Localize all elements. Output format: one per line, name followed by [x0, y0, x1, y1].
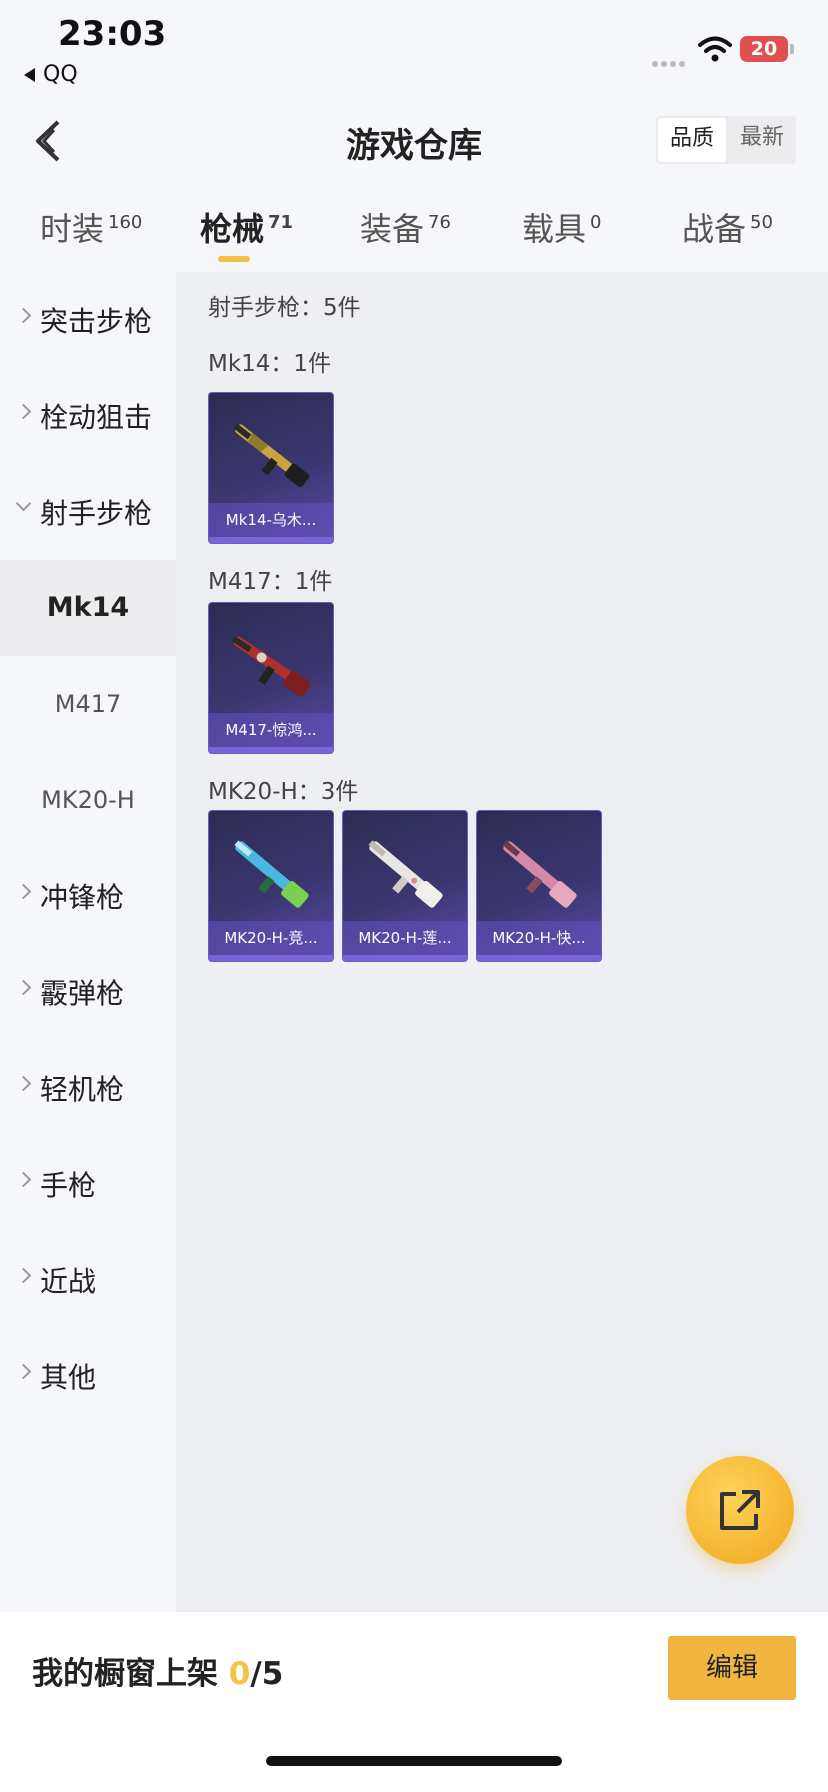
chevron-right-icon [15, 1267, 32, 1284]
tab-label: 战备 [682, 210, 747, 248]
shelf-total: /5 [250, 1656, 284, 1692]
sidebar-item-lmg[interactable]: 轻机枪 [0, 1040, 176, 1136]
item-grid-panel: 射手步枪：5件 Mk14：1件 Mk14-乌木... M417：1件 M417-… [176, 272, 828, 1612]
item-name: MK20-H-莲... [343, 921, 467, 955]
chevron-right-icon [15, 1075, 32, 1092]
back-app-label: QQ [43, 62, 78, 87]
sort-quality-button[interactable]: 品质 [658, 118, 726, 162]
sidebar-item-bolt-sniper[interactable]: 栓动狙击 [0, 368, 176, 464]
sidebar-item-assault-rifle[interactable]: 突击步枪 [0, 272, 176, 368]
tab-count: 50 [750, 212, 773, 233]
battery-icon: 20 [740, 36, 788, 62]
chevron-right-icon [15, 403, 32, 420]
section-title: 射手步枪：5件 [208, 295, 361, 321]
item-card-mk20h-2[interactable]: MK20-H-莲... [342, 810, 468, 962]
chevron-down-icon [15, 495, 32, 512]
category-tabs: 时装 160 枪械 71 装备 76 载具 0 战备 50 [0, 190, 828, 270]
tab-count: 71 [268, 212, 294, 233]
shelf-count: 0 [228, 1656, 251, 1692]
category-sidebar: 突击步枪 栓动狙击 射手步枪 Mk14 M417 MK20-H 冲锋枪 霰弹枪 … [0, 272, 176, 1612]
tab-label: 时装 [40, 210, 105, 248]
tab-equipment[interactable]: 装备 76 [360, 204, 451, 250]
chevron-right-icon [15, 979, 32, 996]
rarity-bar [343, 955, 467, 961]
chevron-right-icon [15, 1363, 32, 1380]
wifi-icon [698, 36, 732, 62]
home-indicator[interactable] [266, 1756, 562, 1766]
mk20h-rifle-icon [368, 840, 443, 908]
chevron-right-icon [15, 307, 32, 324]
sidebar-item-other[interactable]: 其他 [0, 1328, 176, 1424]
item-name: MK20-H-快... [477, 921, 601, 955]
item-card-m417[interactable]: M417-惊鸿... [208, 602, 334, 754]
status-time: 23:03 [58, 14, 167, 54]
sidebar-item-shotgun[interactable]: 霰弹枪 [0, 944, 176, 1040]
edit-button[interactable]: 编辑 [668, 1636, 796, 1700]
sidebar-subitem-mk20h[interactable]: MK20-H [0, 752, 176, 848]
back-to-app-link[interactable]: QQ [24, 62, 78, 87]
chevron-right-icon [15, 883, 32, 900]
chevron-right-icon [15, 1171, 32, 1188]
tab-label: 载具 [522, 210, 587, 248]
shelf-status: 我的橱窗上架 0/5 [32, 1648, 283, 1693]
tab-vehicles[interactable]: 载具 0 [522, 204, 601, 250]
sidebar-item-label: 栓动狙击 [40, 401, 153, 434]
sidebar-item-melee[interactable]: 近战 [0, 1232, 176, 1328]
tab-label: 枪械 [200, 210, 265, 248]
tab-count: 0 [590, 212, 602, 233]
sidebar-item-label: 霰弹枪 [40, 977, 125, 1010]
share-fab-button[interactable] [686, 1456, 794, 1564]
tab-supplies[interactable]: 战备 50 [682, 204, 773, 250]
sort-newest-button[interactable]: 最新 [728, 116, 796, 164]
status-bar: 23:03 QQ 20 [0, 0, 828, 100]
group-title-m417: M417：1件 [208, 569, 333, 595]
sidebar-item-label: 轻机枪 [40, 1073, 125, 1106]
sidebar-item-label: 近战 [40, 1265, 97, 1298]
tab-label: 装备 [360, 210, 425, 248]
battery-tip [790, 44, 794, 54]
sidebar-item-label: 射手步枪 [40, 497, 153, 530]
rarity-bar [209, 747, 333, 753]
group-title-mk20h: MK20-H：3件 [208, 779, 359, 805]
mk20h-rifle-icon [502, 840, 577, 908]
tab-firearms[interactable]: 枪械 71 [200, 204, 293, 250]
battery-level: 20 [750, 38, 778, 60]
sidebar-item-pistol[interactable]: 手枪 [0, 1136, 176, 1232]
back-triangle-icon [24, 68, 35, 82]
tab-count: 76 [428, 212, 451, 233]
sidebar-item-label: 其他 [40, 1361, 97, 1394]
active-tab-indicator [218, 256, 250, 262]
group-title-mk14: Mk14：1件 [208, 351, 332, 377]
item-card-mk14[interactable]: Mk14-乌木... [208, 392, 334, 544]
signal-icon [652, 52, 688, 71]
item-card-mk20h-1[interactable]: MK20-H-竞... [208, 810, 334, 962]
rarity-bar [209, 955, 333, 961]
shelf-label: 我的橱窗上架 [32, 1656, 218, 1692]
sidebar-subitem-mk14[interactable]: Mk14 [0, 560, 176, 656]
rarity-bar [209, 537, 333, 543]
rarity-bar [477, 955, 601, 961]
sidebar-item-marksman-rifle[interactable]: 射手步枪 [0, 464, 176, 560]
sidebar-item-smg[interactable]: 冲锋枪 [0, 848, 176, 944]
sidebar-subitem-m417[interactable]: M417 [0, 656, 176, 752]
tab-count: 160 [108, 212, 143, 233]
page-header: 游戏仓库 品质 最新 [0, 100, 828, 180]
item-name: Mk14-乌木... [209, 503, 333, 537]
sidebar-item-label: 突击步枪 [40, 305, 153, 338]
share-external-icon [720, 1490, 760, 1530]
sidebar-item-label: 冲锋枪 [40, 881, 125, 914]
mk14-rifle-icon [233, 423, 310, 488]
item-card-mk20h-3[interactable]: MK20-H-快... [476, 810, 602, 962]
m417-rifle-icon [231, 635, 311, 697]
sort-toggle: 品质 最新 [656, 116, 796, 164]
mk20h-rifle-icon [234, 840, 309, 908]
item-name: M417-惊鸿... [209, 713, 333, 747]
sidebar-item-label: 手枪 [40, 1169, 97, 1202]
tab-outfits[interactable]: 时装 160 [40, 204, 142, 250]
item-name: MK20-H-竞... [209, 921, 333, 955]
